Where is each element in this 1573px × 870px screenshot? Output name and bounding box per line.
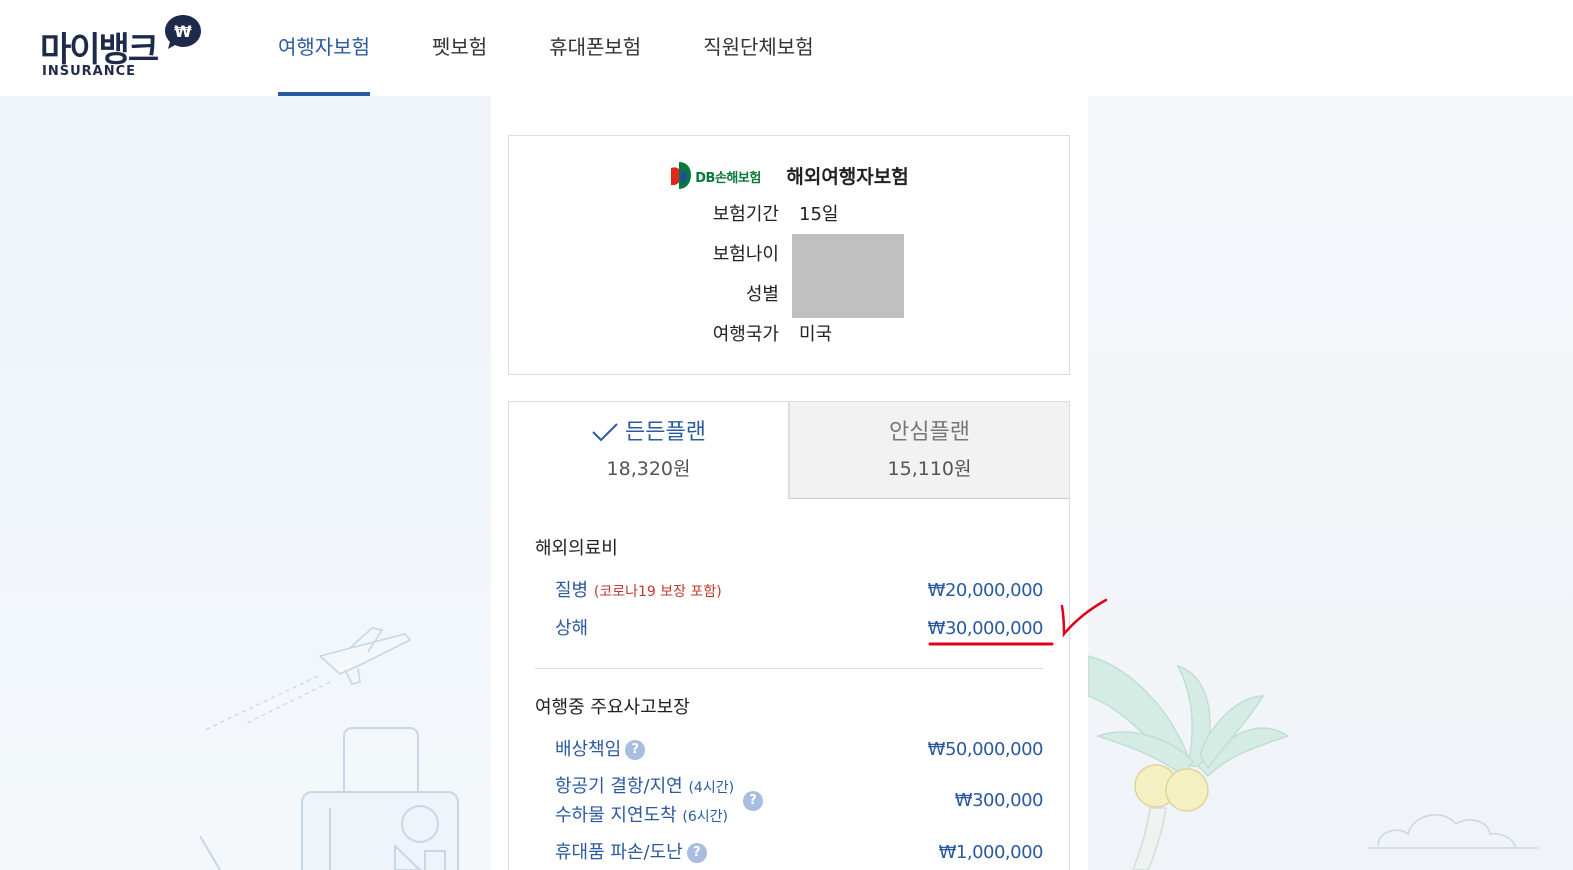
logo[interactable]: 마이뱅크 ₩ INSURANCE (40, 14, 210, 84)
country-label: 여행국가 (712, 324, 779, 345)
help-icon[interactable]: ? (743, 791, 763, 811)
tab-plan-basic[interactable]: 안심플랜 15,110원 (789, 401, 1070, 499)
tab-plan-premium[interactable]: 든든플랜 18,320원 (508, 401, 789, 499)
header: 마이뱅크 ₩ INSURANCE 여행자보험 펫보험 휴대폰보험 직원단체보험 (0, 0, 1573, 96)
redacted-area (792, 234, 904, 318)
main-nav: 여행자보험 펫보험 휴대폰보험 직원단체보험 (278, 0, 876, 96)
age-label: 보험나이 (712, 244, 779, 265)
plan-name: 안심플랜 (889, 420, 970, 445)
coverage-name: 수하물 지연도착 (555, 805, 677, 826)
coverage-name: 휴대품 파손/도난 (555, 842, 683, 863)
product-name: 해외여행자보험 (786, 165, 909, 188)
plan-price: 15,110원 (887, 458, 972, 480)
divider (535, 668, 1043, 669)
period-label: 보험기간 (712, 204, 779, 225)
help-icon[interactable]: ? (625, 740, 646, 760)
nav-pet-insurance[interactable]: 펫보험 (432, 0, 487, 96)
age-row: 보험나이 (509, 235, 1071, 275)
section-title-medical: 해외의료비 (535, 538, 618, 559)
coverage-amount: ₩30,000,000 (927, 618, 1044, 639)
flight-trail (204, 675, 331, 731)
summary-card: DB손해보험 해외여행자보험 보험기간 15일 보험나이 성별 여행국가 미국 (508, 135, 1070, 375)
period-value: 15일 (799, 204, 839, 225)
gender-label: 성별 (745, 284, 779, 305)
palm-tree-illustration (1088, 655, 1538, 870)
insurer-name: DB손해보험 (695, 171, 761, 186)
coverage-row-flight-delay: 항공기 결항/지연 (4시간) 수하물 지연도착 (6시간) ? ₩300,00… (555, 773, 1044, 829)
coverage-amount: ₩20,000,000 (927, 580, 1044, 601)
gender-row: 성별 (509, 275, 1071, 315)
country-value: 미국 (799, 324, 833, 345)
won-bubble-icon: ₩ (165, 15, 201, 49)
svg-text:₩: ₩ (174, 22, 192, 41)
coverage-row-belongings: 휴대품 파손/도난? ₩1,000,000 (555, 838, 1044, 868)
coverage-row-illness: 질병 (코로나19 보장 포함) ₩20,000,000 (555, 576, 1044, 606)
nav-group-insurance[interactable]: 직원단체보험 (703, 0, 813, 96)
right-background (1088, 96, 1573, 870)
coverage-detail: 해외의료비 질병 (코로나19 보장 포함) ₩20,000,000 상해 ₩3… (508, 498, 1070, 870)
quote-panel: DB손해보험 해외여행자보험 보험기간 15일 보험나이 성별 여행국가 미국 (491, 96, 1088, 870)
coverage-note: (코로나19 보장 포함) (593, 584, 722, 600)
plan-tabs: 든든플랜 18,320원 안심플랜 15,110원 (508, 401, 1070, 499)
plan-name: 든든플랜 (625, 420, 706, 445)
suitcase-icon (199, 727, 459, 870)
check-icon (592, 423, 618, 442)
coverage-name: 상해 (555, 618, 589, 639)
section-title-accident: 여행중 주요사고보장 (535, 697, 690, 718)
help-icon[interactable]: ? (686, 843, 707, 863)
cloud-icon (1368, 814, 1538, 849)
nav-phone-insurance[interactable]: 휴대폰보험 (549, 0, 641, 96)
period-row: 보험기간 15일 (509, 195, 1071, 235)
nav-travel-insurance[interactable]: 여행자보험 (278, 0, 370, 96)
coverage-row-liability: 배상책임? ₩50,000,000 (555, 735, 1044, 765)
coverage-note: (4시간) (688, 780, 735, 796)
coverage-amount: ₩1,000,000 (938, 842, 1044, 863)
country-row: 여행국가 미국 (509, 315, 1071, 355)
coverage-name: 질병 (555, 580, 589, 601)
left-background (0, 96, 491, 870)
airplane-icon (318, 627, 412, 685)
product-header: DB손해보험 해외여행자보험 (509, 160, 1069, 190)
logo-subtitle: INSURANCE (42, 64, 137, 79)
coverage-name: 항공기 결항/지연 (555, 776, 683, 797)
coconut-icon (1134, 764, 1209, 812)
coverage-name: 배상책임 (555, 739, 622, 760)
coverage-amount: ₩50,000,000 (927, 739, 1044, 760)
plan-price: 18,320원 (606, 458, 691, 480)
travel-illustration (199, 627, 459, 870)
coverage-row-injury: 상해 ₩30,000,000 (555, 614, 1044, 644)
coverage-amount: ₩300,000 (954, 790, 1044, 811)
insurer-logo: DB손해보험 (669, 160, 777, 190)
coverage-note: (6시간) (682, 809, 728, 825)
